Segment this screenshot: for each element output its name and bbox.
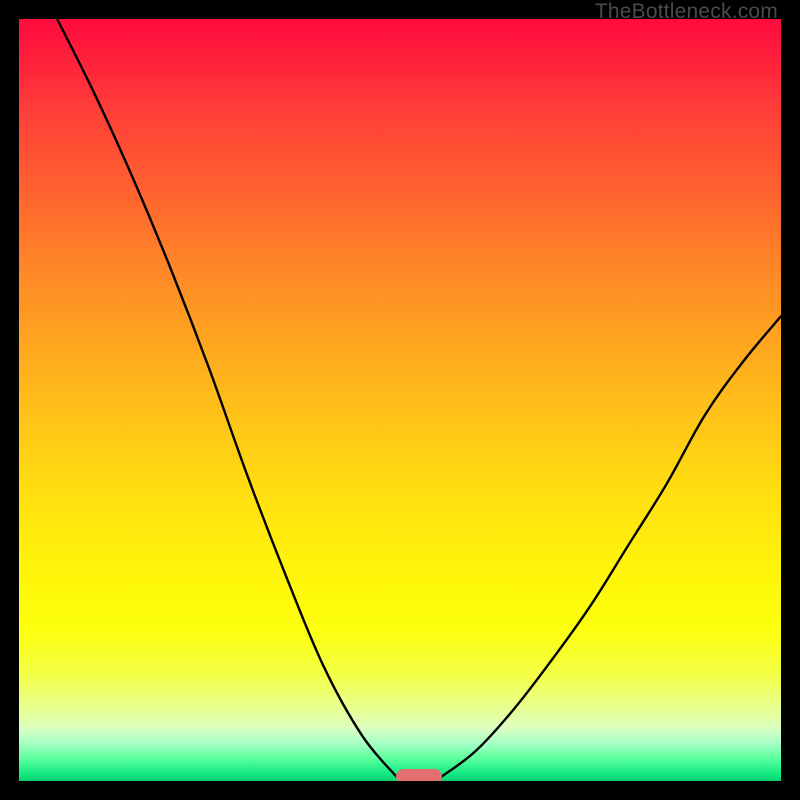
bottleneck-curve [19,19,781,781]
watermark-text: TheBottleneck.com [595,0,778,24]
chart-area [19,19,781,781]
optimal-marker [396,769,442,781]
